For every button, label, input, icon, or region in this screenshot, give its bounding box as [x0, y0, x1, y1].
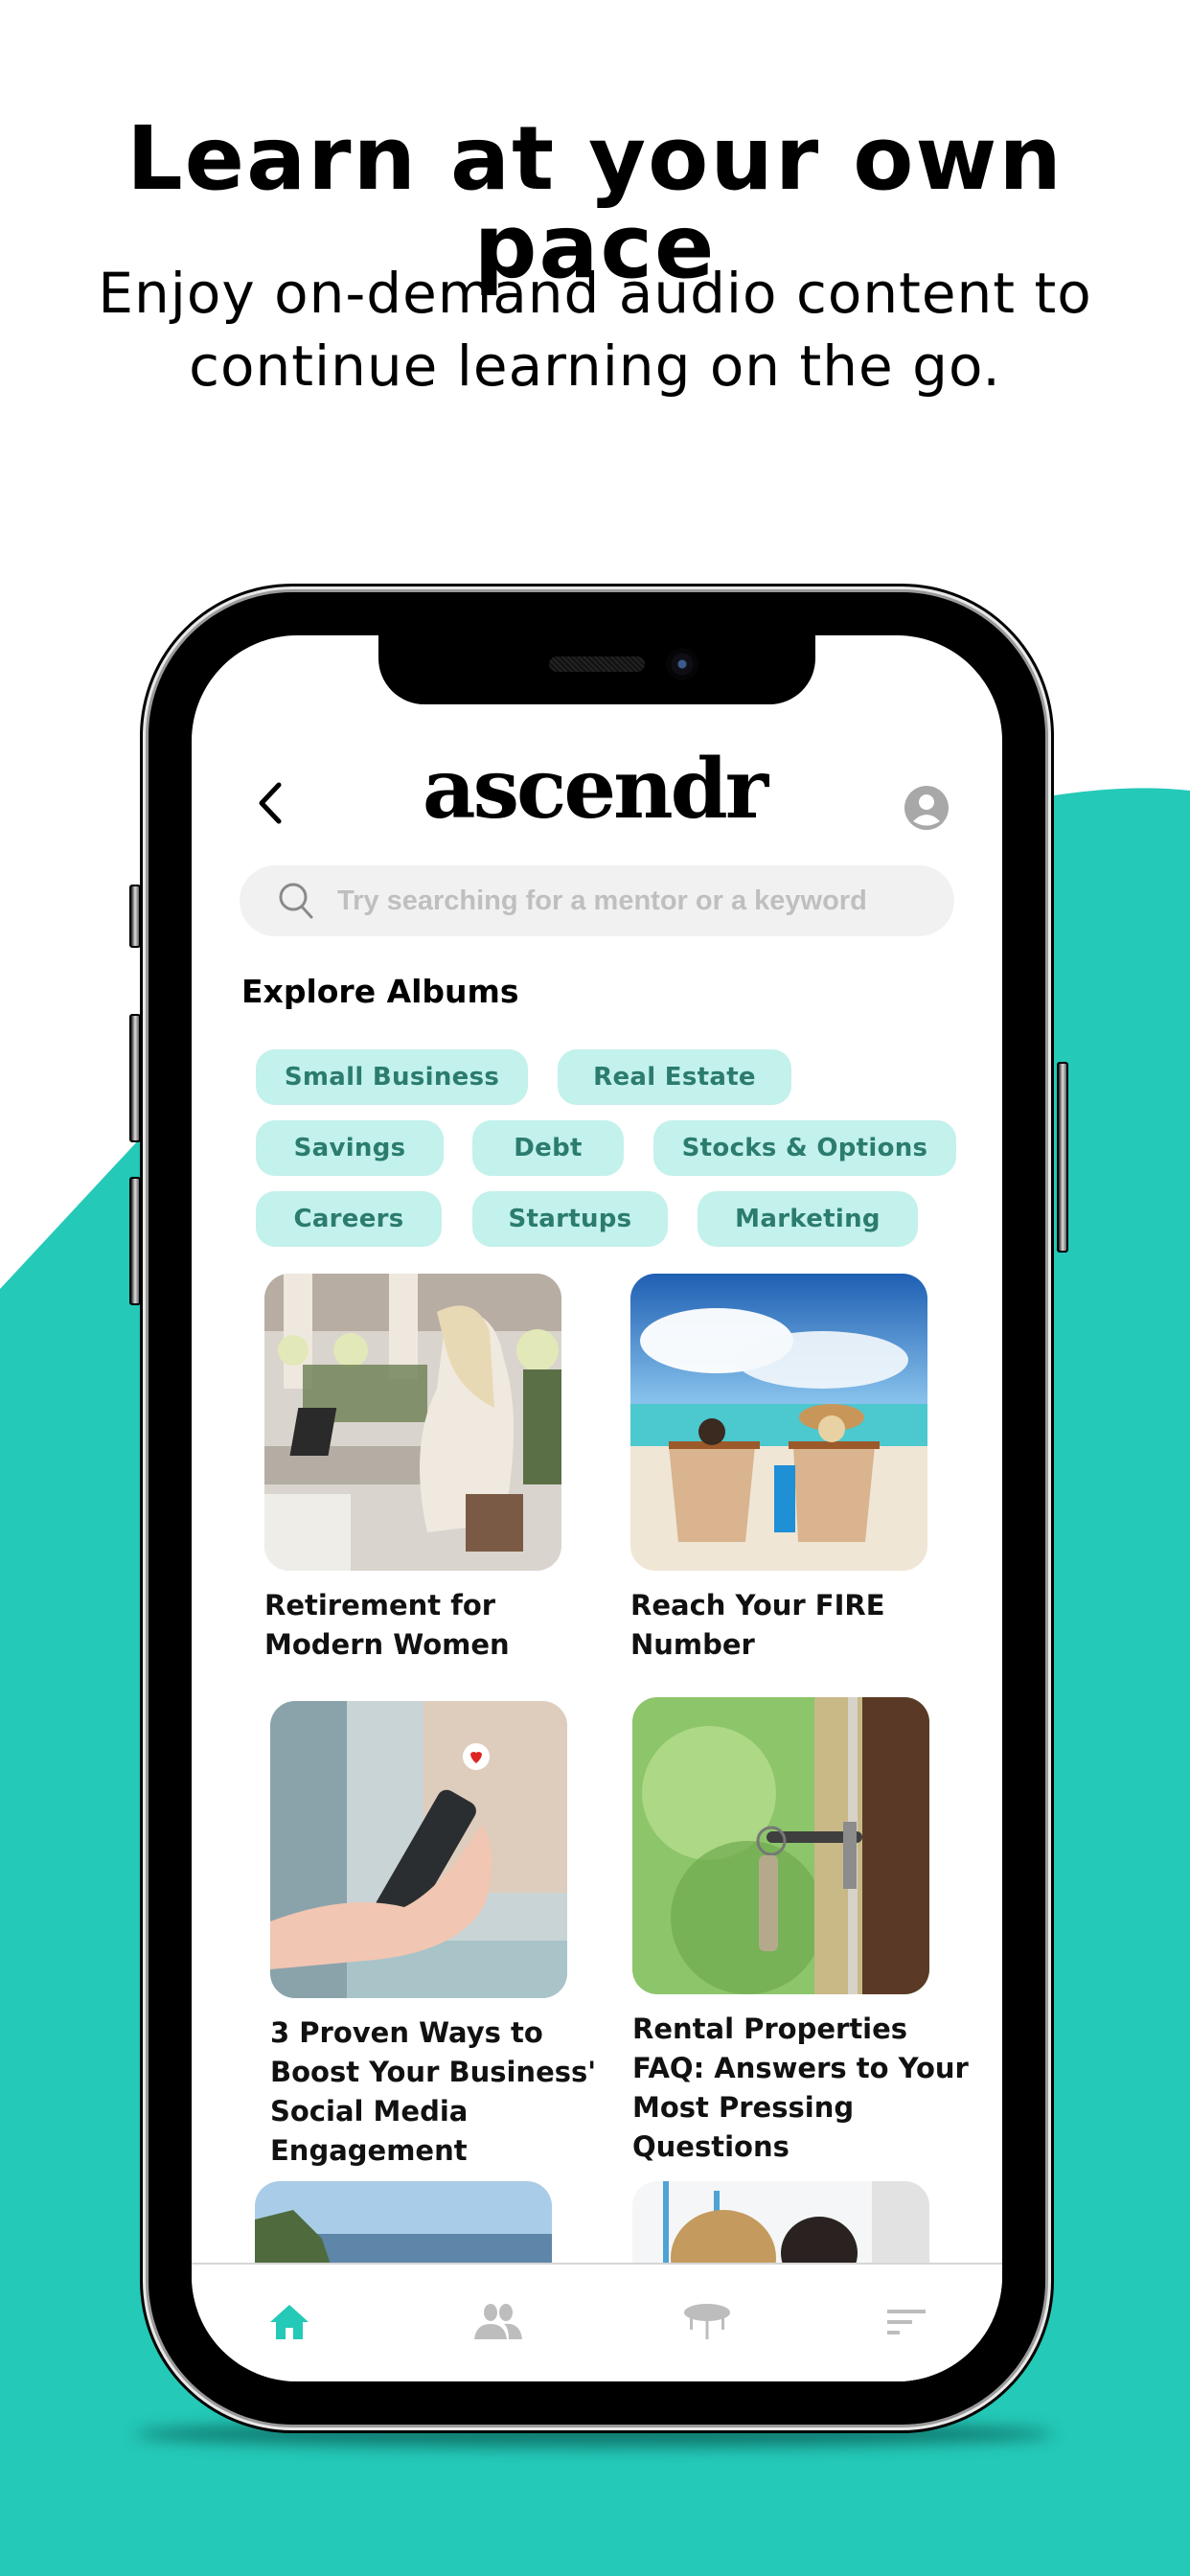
tab-home[interactable]	[261, 2299, 318, 2345]
chip-startups[interactable]: Startups	[472, 1191, 668, 1247]
hero-subtitle: Enjoy on-demand audio content to continu…	[0, 257, 1190, 402]
album-card[interactable]: Rental Properties FAQ: Answers to Your M…	[632, 1697, 969, 2167]
chip-debt[interactable]: Debt	[472, 1120, 624, 1176]
chip-real-estate[interactable]: Real Estate	[558, 1049, 791, 1105]
phone-frame: ascendr Explore Albums Small Business Re…	[129, 592, 1068, 2425]
table-icon	[684, 2304, 730, 2339]
app-logo: ascendr	[422, 741, 768, 838]
album-title: Retirement for Modern Women	[264, 1589, 510, 1661]
hero-subtitle-line-1: Enjoy on-demand audio content to	[98, 261, 1092, 326]
power-button	[1057, 1062, 1068, 1253]
volume-up-button	[129, 1014, 141, 1142]
hero-subtitle-line-2: continue learning on the go.	[189, 334, 1001, 399]
album-card[interactable]: 3 Proven Ways to Boost Your Business' So…	[270, 1701, 596, 2171]
home-icon	[270, 2305, 309, 2339]
chip-small-business[interactable]: Small Business	[256, 1049, 528, 1105]
chip-stocks-options[interactable]: Stocks & Options	[653, 1120, 956, 1176]
user-avatar-icon	[904, 786, 949, 830]
bottom-tab-bar	[192, 2263, 1002, 2381]
mute-switch	[129, 885, 141, 948]
beach-loungers-photo	[630, 1274, 927, 1571]
phone-notch	[378, 635, 815, 704]
chip-savings[interactable]: Savings	[256, 1120, 444, 1176]
front-camera	[666, 648, 698, 680]
chip-marketing[interactable]: Marketing	[698, 1191, 918, 1247]
chip-careers[interactable]: Careers	[256, 1191, 442, 1247]
woman-working-on-laptop-photo	[264, 1274, 561, 1571]
volume-down-button	[129, 1177, 141, 1305]
album-title: Rental Properties FAQ: Answers to Your M…	[632, 2012, 969, 2163]
people-icon	[474, 2304, 522, 2339]
search-input[interactable]	[335, 884, 914, 918]
album-card[interactable]: Reach Your FIRE Number	[630, 1274, 927, 1665]
earpiece-speaker	[549, 656, 645, 672]
tab-mentors[interactable]	[469, 2299, 527, 2345]
hand-holding-phone-photo	[270, 1701, 567, 1998]
tab-roundtable[interactable]	[678, 2299, 736, 2345]
chevron-left-icon	[259, 782, 282, 824]
album-title: 3 Proven Ways to Boost Your Business' So…	[270, 2016, 597, 2167]
key-in-door-photo	[632, 1697, 929, 1994]
section-title-explore-albums: Explore Albums	[241, 973, 519, 1010]
album-title: Reach Your FIRE Number	[630, 1589, 885, 1661]
search-icon	[279, 883, 313, 919]
app-screen: ascendr Explore Albums Small Business Re…	[192, 635, 1002, 2381]
profile-button[interactable]	[904, 785, 950, 831]
phone-shadow	[134, 2421, 1054, 2448]
album-card[interactable]: Retirement for Modern Women	[264, 1274, 561, 1665]
search-bar[interactable]	[240, 865, 954, 936]
back-button[interactable]	[251, 779, 289, 827]
tab-feed[interactable]	[878, 2299, 935, 2345]
sort-lines-icon	[887, 2310, 926, 2334]
